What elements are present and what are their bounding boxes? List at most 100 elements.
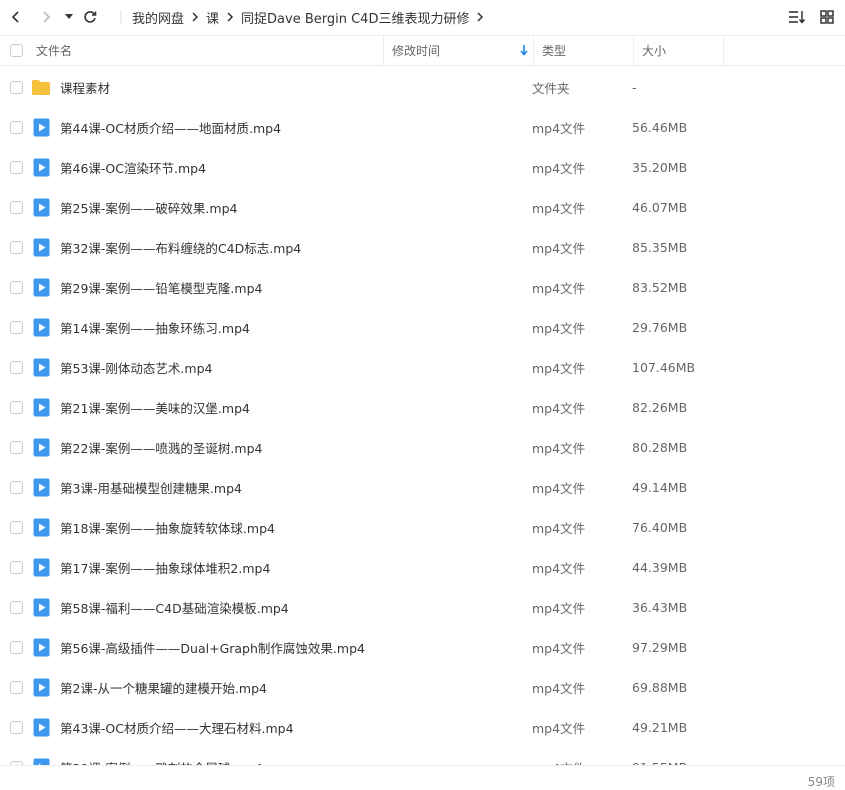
file-row[interactable]: 第17课-案例——抽象球体堆积2.mp4 mp4文件 44.39MB bbox=[0, 547, 845, 587]
file-row[interactable]: 第18课-案例——抽象旋转软体球.mp4 mp4文件 76.40MB bbox=[0, 507, 845, 547]
row-checkbox-cell bbox=[0, 280, 30, 294]
file-name[interactable]: 第58课-福利——C4D基础渲染模板.mp4 bbox=[52, 598, 532, 617]
file-row[interactable]: 课程素材 文件夹 - bbox=[0, 67, 845, 107]
file-type: 文件夹 bbox=[532, 80, 570, 96]
toolbar: 我的网盘 课 同捉Dave Bergin C4D三维表现力研修 bbox=[0, 0, 845, 34]
file-row[interactable]: 第29课-案例——铅笔模型克隆.mp4 mp4文件 83.52MB bbox=[0, 267, 845, 307]
file-row[interactable]: 第14课-案例——抽象环练习.mp4 mp4文件 29.76MB bbox=[0, 307, 845, 347]
row-checkbox-cell bbox=[0, 400, 30, 414]
file-name[interactable]: 第46课-OC渲染环节.mp4 bbox=[52, 158, 532, 177]
chevron-right-icon[interactable] bbox=[473, 10, 487, 24]
row-checkbox-cell bbox=[0, 560, 30, 574]
file-name[interactable]: 第44课-OC材质介绍——地面材质.mp4 bbox=[52, 118, 532, 137]
history-dropdown-button[interactable] bbox=[62, 5, 76, 29]
file-type: mp4文件 bbox=[532, 480, 586, 496]
file-type: mp4文件 bbox=[532, 360, 586, 376]
file-row[interactable]: 第53课-刚体动态艺术.mp4 mp4文件 107.46MB bbox=[0, 347, 845, 387]
file-name[interactable]: 第32课-案例——布料缠绕的C4D标志.mp4 bbox=[52, 238, 532, 257]
file-name[interactable]: 第14课-案例——抽象环练习.mp4 bbox=[52, 318, 532, 337]
video-file-icon bbox=[30, 757, 52, 765]
row-checkbox[interactable] bbox=[9, 480, 23, 494]
file-row[interactable]: 第56课-高级插件——Dual+Graph制作腐蚀效果.mp4 mp4文件 97.2… bbox=[0, 627, 845, 667]
video-file-icon bbox=[30, 157, 52, 177]
video-file-icon bbox=[30, 477, 52, 497]
back-button[interactable] bbox=[4, 5, 28, 29]
column-header-name[interactable]: 文件名 bbox=[30, 36, 384, 66]
row-checkbox[interactable] bbox=[9, 400, 23, 414]
file-list[interactable]: 课程素材 文件夹 - 第44课-OC材质介绍——地面材质.mp4 mp4文件 56.46M… bbox=[0, 67, 845, 765]
column-header-type[interactable]: 类型 bbox=[534, 36, 634, 66]
file-name[interactable]: 第17课-案例——抽象球体堆积2.mp4 bbox=[52, 558, 532, 577]
row-checkbox[interactable] bbox=[9, 160, 23, 174]
forward-button[interactable] bbox=[34, 5, 58, 29]
row-checkbox[interactable] bbox=[9, 80, 23, 94]
file-size: 46.07MB bbox=[632, 199, 688, 215]
file-row[interactable]: 第3课-用基础模型创建糖果.mp4 mp4文件 49.14MB bbox=[0, 467, 845, 507]
file-name[interactable]: 第43课-OC材质介绍——大理石材料.mp4 bbox=[52, 718, 532, 737]
file-name[interactable]: 第21课-案例——美味的汉堡.mp4 bbox=[52, 398, 532, 417]
breadcrumb-item-current[interactable]: 同捉Dave Bergin C4D三维表现力研修 bbox=[241, 8, 469, 27]
grid-view-button[interactable] bbox=[815, 5, 839, 29]
file-name[interactable]: 第29课-案例——铅笔模型克隆.mp4 bbox=[52, 278, 532, 297]
row-checkbox[interactable] bbox=[9, 200, 23, 214]
row-checkbox[interactable] bbox=[9, 520, 23, 534]
file-row[interactable]: 第22课-案例——喷溅的圣诞树.mp4 mp4文件 80.28MB bbox=[0, 427, 845, 467]
file-row[interactable]: 第2课-从一个糖果罐的建模开始.mp4 mp4文件 69.88MB bbox=[0, 667, 845, 707]
file-name[interactable]: 第53课-刚体动态艺术.mp4 bbox=[52, 358, 532, 377]
row-checkbox[interactable] bbox=[9, 280, 23, 294]
caret-down-icon bbox=[65, 14, 73, 19]
file-size: 82.26MB bbox=[632, 399, 688, 415]
file-row[interactable]: 第44课-OC材质介绍——地面材质.mp4 mp4文件 56.46MB bbox=[0, 107, 845, 147]
column-header-size[interactable]: 大小 bbox=[634, 36, 724, 66]
file-size: 35.20MB bbox=[632, 159, 688, 175]
row-checkbox[interactable] bbox=[9, 600, 23, 614]
row-checkbox-cell bbox=[0, 480, 30, 494]
breadcrumb-separator-icon bbox=[114, 10, 128, 24]
row-checkbox[interactable] bbox=[9, 440, 23, 454]
column-header-name-label: 文件名 bbox=[36, 44, 73, 58]
row-checkbox[interactable] bbox=[9, 560, 23, 574]
file-row[interactable]: 第32课-案例——布料缠绕的C4D标志.mp4 mp4文件 85.35MB bbox=[0, 227, 845, 267]
row-checkbox[interactable] bbox=[9, 360, 23, 374]
file-row[interactable]: 第46课-OC渲染环节.mp4 mp4文件 35.20MB bbox=[0, 147, 845, 187]
file-name[interactable]: 第22课-案例——喷溅的圣诞树.mp4 bbox=[52, 438, 532, 457]
refresh-button[interactable] bbox=[78, 5, 102, 29]
select-all-checkbox[interactable] bbox=[9, 44, 23, 57]
row-checkbox[interactable] bbox=[9, 320, 23, 334]
folder-icon bbox=[30, 77, 52, 97]
row-checkbox[interactable] bbox=[9, 680, 23, 694]
row-checkbox[interactable] bbox=[9, 120, 23, 134]
breadcrumb: 我的网盘 课 同捉Dave Bergin C4D三维表现力研修 bbox=[110, 8, 491, 27]
breadcrumb-item-root[interactable]: 我的网盘 bbox=[132, 8, 184, 27]
row-checkbox[interactable] bbox=[9, 240, 23, 254]
file-type: mp4文件 bbox=[532, 400, 586, 416]
file-name[interactable]: 第3课-用基础模型创建糖果.mp4 bbox=[52, 478, 532, 497]
row-checkbox-cell bbox=[0, 680, 30, 694]
file-name[interactable]: 第56课-高级插件——Dual+Graph制作腐蚀效果.mp4 bbox=[52, 638, 532, 657]
file-name[interactable]: 课程素材 bbox=[52, 78, 532, 97]
row-checkbox-cell bbox=[0, 240, 30, 254]
file-row[interactable]: 第25课-案例——破碎效果.mp4 mp4文件 46.07MB bbox=[0, 187, 845, 227]
file-row[interactable]: 第58课-福利——C4D基础渲染模板.mp4 mp4文件 36.43MB bbox=[0, 587, 845, 627]
file-name[interactable]: 第39课-案例——雕刻的金属球.mp4 bbox=[52, 758, 532, 766]
row-checkbox-cell bbox=[0, 720, 30, 734]
column-header-modified[interactable]: 修改时间 bbox=[384, 36, 534, 66]
file-name[interactable]: 第2课-从一个糖果罐的建模开始.mp4 bbox=[52, 678, 532, 697]
chevron-right-icon bbox=[223, 10, 237, 24]
file-row[interactable]: 第43课-OC材质介绍——大理石材料.mp4 mp4文件 49.21MB bbox=[0, 707, 845, 747]
sort-button[interactable] bbox=[785, 5, 809, 29]
file-row[interactable]: 第21课-案例——美味的汉堡.mp4 mp4文件 82.26MB bbox=[0, 387, 845, 427]
file-size: 85.35MB bbox=[632, 239, 688, 255]
row-checkbox-cell bbox=[0, 320, 30, 334]
file-size: 44.39MB bbox=[632, 559, 688, 575]
column-header-modified-label: 修改时间 bbox=[392, 44, 441, 58]
breadcrumb-item-course[interactable]: 课 bbox=[206, 8, 219, 27]
row-checkbox[interactable] bbox=[9, 720, 23, 734]
file-type: mp4文件 bbox=[532, 520, 586, 536]
file-size: 56.46MB bbox=[632, 119, 688, 135]
file-name[interactable]: 第25课-案例——破碎效果.mp4 bbox=[52, 198, 532, 217]
file-row[interactable]: 第39课-案例——雕刻的金属球.mp4mp4文件91.55MB bbox=[0, 747, 845, 765]
file-name[interactable]: 第18课-案例——抽象旋转软体球.mp4 bbox=[52, 518, 532, 537]
row-checkbox[interactable] bbox=[9, 640, 23, 654]
file-type: mp4文件 bbox=[532, 160, 586, 176]
